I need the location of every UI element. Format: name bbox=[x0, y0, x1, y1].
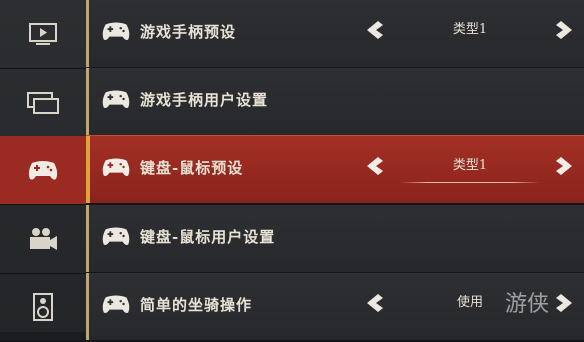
sidebar bbox=[0, 0, 87, 342]
gamepad-icon bbox=[28, 161, 58, 180]
windows-icon bbox=[27, 92, 59, 114]
setting-value: 类型1 bbox=[452, 158, 488, 173]
gamepad-icon bbox=[102, 22, 130, 41]
gamepad-icon bbox=[102, 90, 130, 109]
sidebar-item-camera[interactable] bbox=[0, 205, 86, 274]
arrow-right-icon[interactable] bbox=[554, 292, 574, 314]
setting-value: 类型1 bbox=[452, 22, 488, 37]
setting-row-gamepad-user[interactable]: 游戏手柄用户设置 bbox=[86, 68, 584, 137]
gamepad-icon bbox=[102, 295, 130, 314]
speaker-icon bbox=[33, 293, 53, 321]
setting-label: 简单的坐骑操作 bbox=[140, 296, 253, 314]
sidebar-item-display[interactable] bbox=[0, 69, 86, 138]
settings-list: 游戏手柄预设 类型1 游戏手柄用户设置 键盘-鼠标预设 类型1 键盘-鼠标用户设… bbox=[86, 0, 584, 342]
gamepad-icon bbox=[102, 158, 130, 177]
row-accent-bar bbox=[86, 205, 89, 272]
value-underline bbox=[400, 182, 540, 183]
arrow-left-icon[interactable] bbox=[365, 292, 385, 314]
arrow-right-icon[interactable] bbox=[554, 19, 574, 41]
video-play-icon bbox=[29, 23, 57, 45]
setting-row-keyboard-user[interactable]: 键盘-鼠标用户设置 bbox=[86, 205, 584, 274]
arrow-left-icon[interactable] bbox=[365, 19, 385, 41]
row-accent-bar bbox=[86, 68, 89, 135]
watermark: 游侠 bbox=[505, 292, 550, 317]
setting-row-gamepad-preset[interactable]: 游戏手柄预设 类型1 bbox=[86, 0, 584, 69]
row-accent-bar bbox=[86, 136, 90, 203]
row-accent-bar bbox=[86, 0, 89, 67]
setting-label: 游戏手柄用户设置 bbox=[140, 91, 269, 109]
sidebar-item-video[interactable] bbox=[0, 0, 86, 69]
row-accent-bar bbox=[86, 273, 89, 340]
setting-label: 游戏手柄预设 bbox=[140, 23, 237, 41]
sidebar-item-controls[interactable] bbox=[0, 136, 86, 205]
arrow-left-icon[interactable] bbox=[365, 155, 385, 177]
gamepad-icon bbox=[102, 227, 130, 246]
camera-icon bbox=[30, 228, 57, 250]
setting-label: 键盘-鼠标用户设置 bbox=[140, 228, 276, 246]
setting-row-keyboard-preset[interactable]: 键盘-鼠标预设 类型1 bbox=[86, 135, 584, 205]
setting-label: 键盘-鼠标预设 bbox=[140, 159, 244, 177]
arrow-right-icon[interactable] bbox=[554, 155, 574, 177]
